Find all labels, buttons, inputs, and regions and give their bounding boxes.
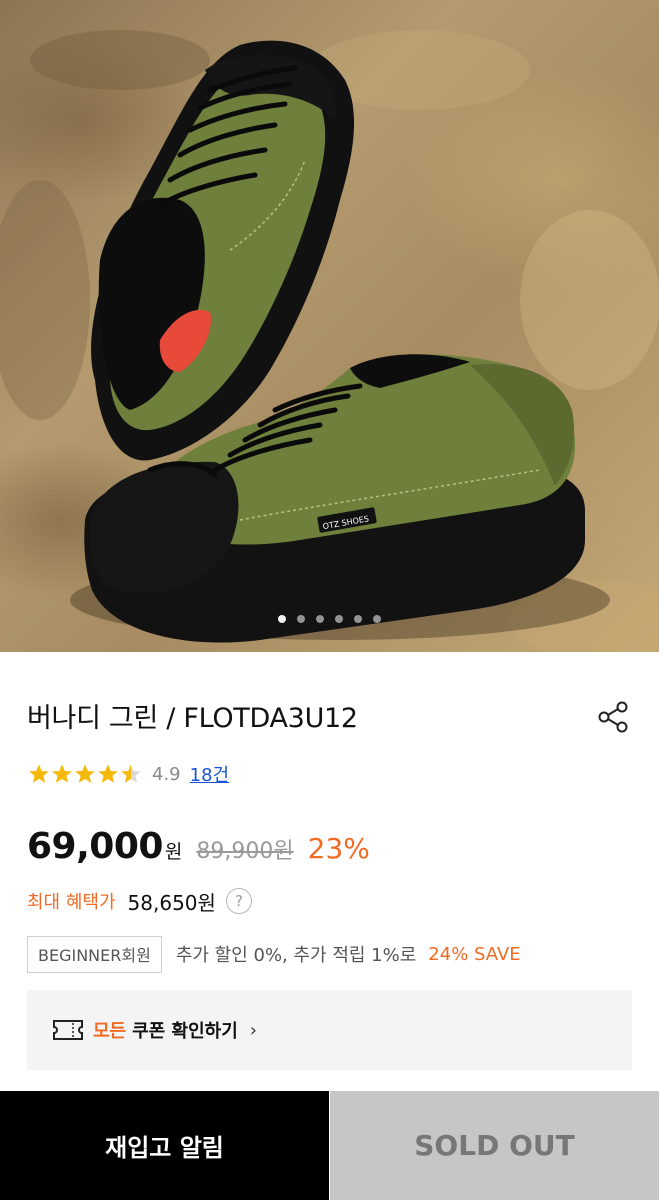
stars-icon [29, 764, 141, 783]
chevron-right-icon: › [249, 1019, 257, 1041]
member-benefit-row: BEGINNER회원 추가 할인 0%, 추가 적립 1%로 24% SAVE [27, 935, 521, 973]
max-benefit-row: 최대 혜택가 58,650원 ? [27, 885, 252, 917]
star-icon [29, 764, 49, 783]
star-half-icon [121, 764, 141, 783]
star-icon [52, 764, 72, 783]
product-photo: OTZ SHOES [0, 30, 659, 652]
coupon-label: 쿠폰 확인하기 [132, 1021, 238, 1042]
coupon-icon [53, 1020, 83, 1040]
star-icon [98, 764, 118, 783]
member-save-rate: 24% SAVE [428, 943, 521, 965]
max-benefit-label: 최대 혜택가 [27, 892, 116, 913]
gallery-pagination[interactable] [0, 615, 659, 625]
price-row: 69,000 원 89,900원 23% [27, 826, 370, 870]
rating-row: 4.9 18건 [28, 760, 229, 788]
max-benefit-price: 58,650원 [127, 890, 216, 915]
coupon-check-button[interactable]: 모든 쿠폰 확인하기 › [27, 990, 632, 1070]
current-price: 69,000 [27, 826, 163, 867]
gallery-dot[interactable] [373, 615, 381, 623]
star-icon [75, 764, 95, 783]
share-button[interactable] [595, 698, 633, 736]
coupon-highlight-text: 모든 [93, 1021, 127, 1042]
sold-out-button: SOLD OUT [330, 1091, 659, 1200]
product-image-gallery[interactable]: OTZ SHOES [0, 0, 659, 652]
member-grade-badge: BEGINNER회원 [27, 935, 162, 973]
gallery-dot[interactable] [354, 615, 362, 623]
rating-score: 4.9 [152, 763, 181, 785]
share-icon [598, 701, 628, 733]
discount-rate: 23% [307, 832, 370, 865]
currency-suffix: 원 [164, 841, 183, 863]
product-title: 버나디 그린 / FLOTDA3U12 [27, 703, 358, 734]
star-rating [28, 762, 146, 786]
gallery-dot[interactable] [316, 615, 324, 623]
help-icon[interactable]: ? [225, 888, 252, 914]
restock-alert-button[interactable]: 재입고 알림 [0, 1091, 329, 1200]
gallery-dot[interactable] [297, 615, 305, 623]
original-price: 89,900원 [196, 839, 294, 864]
member-benefit-text: 추가 할인 0%, 추가 적립 1%로 [175, 945, 417, 966]
gallery-dot[interactable] [335, 615, 343, 623]
review-count-link[interactable]: 18건 [190, 761, 229, 787]
gallery-dot[interactable] [278, 615, 286, 623]
